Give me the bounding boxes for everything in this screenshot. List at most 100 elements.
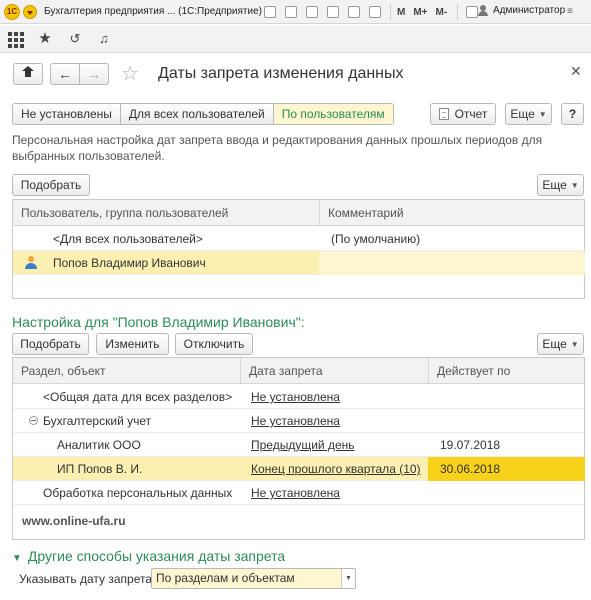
report-icon bbox=[438, 108, 449, 120]
table-row[interactable]: Попов Владимир Иванович bbox=[13, 251, 585, 275]
column-header-valid[interactable]: Действует по bbox=[428, 358, 585, 384]
memory-button[interactable]: M bbox=[397, 4, 405, 20]
toolbar-separator bbox=[457, 4, 459, 20]
sections-table: Раздел, объект Дата запрета Действует по… bbox=[12, 357, 585, 540]
table-row[interactable]: <Для всех пользователей> (По умолчанию) bbox=[13, 227, 584, 251]
date-link[interactable]: Не установлена bbox=[251, 481, 340, 505]
more-button[interactable]: Еще ▼ bbox=[505, 103, 552, 125]
date-mode-label: Указывать дату запрета: bbox=[19, 572, 156, 586]
window-menu-icon[interactable]: ≡ bbox=[567, 6, 573, 17]
chevron-down-icon: ▼ bbox=[570, 180, 579, 190]
user-cell: Попов Владимир Иванович bbox=[53, 256, 206, 270]
help-button[interactable]: ? bbox=[561, 103, 584, 125]
memory-subtract-button[interactable]: M- bbox=[436, 4, 448, 20]
sections-grid-icon[interactable] bbox=[8, 32, 24, 48]
save-icon[interactable] bbox=[264, 6, 276, 18]
user-icon bbox=[478, 5, 488, 16]
date-mode-value: По разделам и объектам bbox=[156, 571, 295, 585]
notifications-bell-icon[interactable]: ♫ bbox=[95, 30, 113, 48]
chevron-down-icon[interactable]: ▼ bbox=[341, 569, 355, 588]
users-more-button[interactable]: Еще ▼ bbox=[537, 174, 584, 196]
table-row[interactable]: <Общая дата для всех разделов> Не устано… bbox=[13, 385, 584, 409]
user-cell: <Для всех пользователей> bbox=[53, 232, 203, 246]
home-button[interactable] bbox=[13, 63, 43, 85]
pick-sections-button[interactable]: Подобрать bbox=[12, 333, 89, 355]
memory-add-button[interactable]: M+ bbox=[413, 4, 427, 20]
back-button[interactable]: ← bbox=[50, 63, 80, 85]
column-header-date[interactable]: Дата запрета bbox=[240, 358, 428, 384]
app-logo-icon: 1С bbox=[4, 4, 20, 20]
settings-title: Настройка для "Попов Владимир Иванович": bbox=[12, 314, 305, 330]
title-toolbar: M M+ M- bbox=[262, 3, 485, 21]
edit-button[interactable]: Изменить bbox=[96, 333, 169, 355]
column-header-comment[interactable]: Комментарий bbox=[319, 200, 585, 226]
date-link[interactable]: Предыдущий день bbox=[251, 433, 355, 457]
more-button-label: Еще bbox=[510, 107, 535, 121]
report-button-label: Отчет bbox=[454, 107, 488, 121]
users-table: Пользователь, группа пользователей Комме… bbox=[12, 199, 585, 299]
table-row[interactable]: Обработка персональных данных Не установ… bbox=[13, 481, 584, 505]
collapse-icon[interactable] bbox=[29, 416, 38, 425]
column-header-user[interactable]: Пользователь, группа пользователей bbox=[13, 200, 319, 226]
arrow-left-icon: ← bbox=[58, 66, 72, 82]
report-button[interactable]: Отчет bbox=[430, 103, 496, 125]
user-icon bbox=[25, 256, 37, 270]
comment-cell: (По умолчанию) bbox=[331, 232, 421, 246]
tab-by-users[interactable]: По пользователям bbox=[273, 104, 393, 124]
close-icon[interactable]: ✕ bbox=[570, 63, 582, 80]
column-header-section[interactable]: Раздел, объект bbox=[13, 358, 240, 384]
section-cell: Обработка персональных данных bbox=[43, 486, 233, 500]
date-link[interactable]: Конец прошлого квартала (10) bbox=[251, 457, 421, 481]
sections-more-button[interactable]: Еще ▼ bbox=[537, 333, 584, 355]
table-header: Раздел, объект Дата запрета Действует по bbox=[13, 358, 584, 384]
panel-icon[interactable] bbox=[466, 6, 479, 18]
link-icon[interactable] bbox=[327, 6, 339, 18]
home-icon bbox=[22, 65, 34, 79]
description-text: Персональная настройка дат запрета ввода… bbox=[12, 133, 543, 163]
tab-all-users[interactable]: Для всех пользователей bbox=[120, 104, 274, 124]
table-row[interactable]: Аналитик ООО Предыдущий день 19.07.2018 bbox=[13, 433, 584, 457]
more-button-label: Еще bbox=[542, 337, 567, 351]
other-methods-title: Другие способы указания даты запрета bbox=[27, 548, 286, 564]
comment-cell bbox=[319, 251, 585, 275]
print-preview-icon[interactable] bbox=[306, 6, 318, 18]
watermark-text: www.online-ufa.ru bbox=[22, 514, 126, 528]
table-header: Пользователь, группа пользователей Комме… bbox=[13, 200, 584, 226]
form-title: Даты запрета изменения данных bbox=[158, 65, 404, 82]
date-link[interactable]: Не установлена bbox=[251, 385, 340, 409]
section-cell: Аналитик ООО bbox=[57, 438, 141, 452]
disable-button[interactable]: Отключить bbox=[175, 333, 253, 355]
more-button-label: Еще bbox=[542, 178, 567, 192]
date-link[interactable]: Не установлена bbox=[251, 409, 340, 433]
calendar-icon[interactable] bbox=[369, 6, 381, 18]
title-bar: 1С Бухгалтерия предприятия ... (1С:Предп… bbox=[0, 0, 591, 24]
window-title: Бухгалтерия предприятия ... (1С:Предприя… bbox=[44, 6, 262, 17]
chevron-down-icon: ▼ bbox=[538, 109, 547, 119]
print-icon[interactable] bbox=[285, 6, 297, 18]
section-cell: ИП Попов В. И. bbox=[57, 462, 143, 476]
favorites-star-icon[interactable]: ★ bbox=[36, 30, 54, 48]
pick-users-button[interactable]: Подобрать bbox=[12, 174, 90, 196]
section-bar: ★ ↺ ♫ bbox=[0, 25, 591, 53]
favorite-star-icon[interactable]: ☆ bbox=[121, 61, 139, 86]
table-row[interactable]: ИП Попов В. И. Конец прошлого квартала (… bbox=[13, 457, 585, 481]
history-icon[interactable]: ↺ bbox=[66, 30, 84, 48]
valid-cell: 30.06.2018 bbox=[428, 457, 585, 481]
valid-cell: 19.07.2018 bbox=[440, 438, 501, 452]
section-cell: <Общая дата для всех разделов> bbox=[43, 390, 233, 404]
chevron-down-icon: ▼ bbox=[12, 553, 22, 564]
forward-button[interactable]: → bbox=[79, 63, 109, 85]
section-cell: Бухгалтерский учет bbox=[43, 414, 152, 428]
toolbar-separator bbox=[390, 4, 391, 20]
filter-tabs: Не установлены Для всех пользователей По… bbox=[12, 103, 394, 125]
date-mode-select[interactable]: По разделам и объектам ▼ bbox=[151, 568, 356, 589]
current-user[interactable]: Администратор bbox=[478, 5, 565, 16]
arrow-right-icon: → bbox=[87, 66, 101, 82]
table-row[interactable]: Бухгалтерский учет Не установлена bbox=[13, 409, 584, 433]
main-menu-icon[interactable] bbox=[23, 5, 37, 19]
tab-not-set[interactable]: Не установлены bbox=[13, 104, 121, 124]
chevron-down-icon: ▼ bbox=[570, 339, 579, 349]
other-methods-group[interactable]: ▼ Другие способы указания даты запрета bbox=[12, 548, 285, 564]
calculator-icon[interactable] bbox=[348, 6, 360, 18]
user-name: Администратор bbox=[493, 5, 566, 16]
